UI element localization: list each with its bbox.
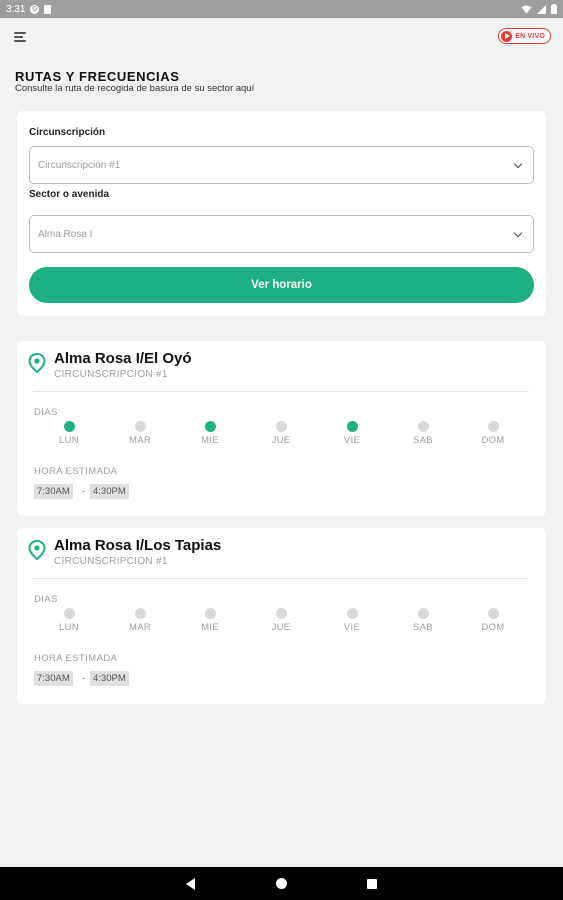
- day-indicator: [417, 608, 429, 619]
- day-indicator: [275, 608, 287, 619]
- day-lun: LUN: [49, 608, 89, 633]
- day-jue: JUE: [261, 608, 301, 633]
- start-time: 7:30AM: [34, 484, 73, 499]
- day-vie: VIE: [332, 421, 372, 446]
- status-time: 3:31: [6, 3, 26, 15]
- play-icon: [501, 30, 513, 42]
- day-label: MIE: [201, 435, 219, 446]
- circunscripcion-select[interactable]: Circunscripción #1: [29, 146, 534, 184]
- day-indicator: [204, 421, 216, 432]
- day-indicator: [134, 421, 146, 432]
- start-time: 7:30AM: [34, 671, 73, 686]
- end-time: 4:30PM: [90, 484, 129, 499]
- days-label: DIAS: [34, 594, 58, 605]
- day-indicator: [417, 421, 429, 432]
- day-vie: VIE: [332, 608, 372, 633]
- live-button[interactable]: EN VIVO: [498, 28, 551, 44]
- app-header: EN VIVO: [0, 18, 563, 58]
- day-indicator: [346, 421, 358, 432]
- route-card[interactable]: Alma Rosa I/Los Tapias CIRCUNSCRIPCION #…: [17, 528, 546, 704]
- day-dom: DOM: [473, 421, 513, 446]
- home-icon[interactable]: [276, 878, 287, 889]
- signal-icon: [537, 4, 546, 14]
- day-label: LUN: [59, 622, 79, 633]
- menu-icon[interactable]: [14, 32, 28, 44]
- divider: [33, 391, 529, 392]
- wifi-icon: [521, 5, 532, 13]
- day-sab: SAB: [403, 421, 443, 446]
- filter-card: Circunscripción Circunscripción #1 Secto…: [17, 111, 546, 316]
- day-label: MAR: [128, 435, 151, 446]
- day-indicator: [275, 421, 287, 432]
- recent-apps-icon[interactable]: [367, 879, 377, 889]
- day-indicator: [63, 421, 75, 432]
- day-indicator: [487, 608, 499, 619]
- route-name: Alma Rosa I/Los Tapias: [54, 537, 222, 554]
- day-sab: SAB: [403, 608, 443, 633]
- time-separator: -: [82, 486, 86, 497]
- route-circunscripcion: CIRCUNSCRIPCION #1: [54, 369, 168, 380]
- day-mie: MIE: [190, 608, 230, 633]
- day-indicator: [63, 608, 75, 619]
- end-time: 4:30PM: [90, 671, 129, 686]
- day-label: VIE: [343, 435, 361, 446]
- divider: [33, 578, 529, 579]
- route-card[interactable]: Alma Rosa I/El Oyó CIRCUNSCRIPCION #1 DI…: [17, 341, 546, 516]
- days-label: DIAS: [34, 407, 58, 418]
- day-label: MAR: [128, 622, 151, 633]
- day-indicator: [134, 608, 146, 619]
- route-circunscripcion: CIRCUNSCRIPCION #1: [54, 556, 168, 567]
- day-dom: DOM: [473, 608, 513, 633]
- status-bar: 3:31 G: [0, 0, 563, 18]
- day-label: DOM: [481, 622, 505, 633]
- day-mar: MAR: [120, 608, 160, 633]
- day-mie: MIE: [190, 421, 230, 446]
- day-label: SAB: [413, 435, 433, 446]
- day-jue: JUE: [261, 421, 301, 446]
- day-lun: LUN: [49, 421, 89, 446]
- live-label: EN VIVO: [515, 32, 545, 40]
- day-indicator: [204, 608, 216, 619]
- day-label: SAB: [413, 622, 433, 633]
- chevron-down-icon: [513, 159, 523, 168]
- day-indicator: [487, 421, 499, 432]
- chevron-down-icon: [513, 228, 523, 237]
- sector-value: Alma Rosa I: [38, 228, 93, 240]
- back-icon[interactable]: [186, 878, 195, 890]
- sector-label: Sector o avenida: [29, 189, 110, 200]
- battery-icon: [551, 4, 557, 14]
- page-subtitle: Consulte la ruta de recogida de basura d…: [15, 83, 255, 94]
- page-title: RUTAS Y FRECUENCIAS: [15, 69, 180, 84]
- sector-select[interactable]: Alma Rosa I: [29, 215, 534, 253]
- circunscripcion-label: Circunscripción: [29, 127, 106, 138]
- day-label: DOM: [481, 435, 505, 446]
- ver-horario-button[interactable]: Ver horario: [29, 267, 534, 303]
- location-pin-icon: [28, 540, 46, 560]
- system-nav-bar: [0, 867, 563, 900]
- circunscripcion-value: Circunscripción #1: [38, 159, 121, 171]
- day-label: JUE: [271, 435, 291, 446]
- sd-card-icon: [44, 4, 52, 14]
- day-label: LUN: [59, 435, 79, 446]
- hora-estimada-label: HORA ESTIMADA: [34, 466, 118, 477]
- day-label: JUE: [271, 622, 291, 633]
- day-mar: MAR: [120, 421, 160, 446]
- day-indicator: [346, 608, 358, 619]
- time-separator: -: [82, 673, 86, 684]
- location-pin-icon: [28, 353, 46, 373]
- day-label: MIE: [201, 622, 219, 633]
- route-name: Alma Rosa I/El Oyó: [54, 350, 192, 367]
- app-notification-icon: G: [30, 4, 40, 14]
- day-label: VIE: [343, 622, 361, 633]
- hora-estimada-label: HORA ESTIMADA: [34, 653, 118, 664]
